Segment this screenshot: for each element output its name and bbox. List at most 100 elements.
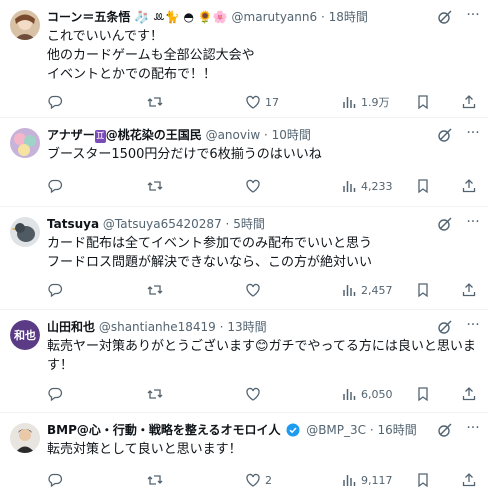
display-name[interactable]: アナザー <box>47 128 95 142</box>
share-button[interactable] <box>461 94 477 110</box>
views-button[interactable]: 9,117 <box>341 472 393 488</box>
reply-button[interactable] <box>47 282 63 298</box>
share-button[interactable] <box>461 386 477 402</box>
tweet-2[interactable]: アナザー♊@桃花染の王国民 @anoviw · 10時間 ··· ブースター15… <box>0 118 488 207</box>
bookmark-icon <box>418 95 428 110</box>
like-button[interactable] <box>245 178 261 194</box>
bookmark-button[interactable] <box>415 282 431 298</box>
bookmark-button[interactable] <box>415 94 431 110</box>
display-name[interactable]: コーン＝五条悟 <box>47 10 130 24</box>
retweet-button[interactable] <box>147 282 163 298</box>
retweet-icon <box>147 285 163 295</box>
like-icon <box>246 283 260 297</box>
reply-icon <box>48 179 63 194</box>
more-icon[interactable]: ··· <box>464 8 482 26</box>
display-name[interactable]: Tatsuya <box>47 217 99 231</box>
share-button[interactable] <box>461 472 477 488</box>
avatar-initials: 和也 <box>10 320 40 350</box>
more-icon[interactable]: ··· <box>464 421 482 439</box>
like-button[interactable]: 2 <box>245 472 272 488</box>
retweet-button[interactable] <box>147 178 163 194</box>
grok-icon[interactable] <box>436 8 454 26</box>
tweet-text-line: 転売対策として良いと思います！ <box>47 442 242 457</box>
retweet-button[interactable] <box>147 386 163 402</box>
views-icon <box>343 285 356 296</box>
more-icon[interactable]: ··· <box>464 126 482 144</box>
grok-icon[interactable] <box>436 215 454 233</box>
handle[interactable]: @BMP_3C <box>306 423 366 437</box>
more-icon[interactable]: ··· <box>464 215 482 233</box>
share-button[interactable] <box>461 282 477 298</box>
more-icon[interactable]: ··· <box>464 318 482 336</box>
like-count: 17 <box>265 95 279 109</box>
bookmark-button[interactable] <box>415 178 431 194</box>
tweet-5[interactable]: BMP@心・行動・戦略を整えるオモロイ人 @BMP_3C · 16時間 ··· … <box>0 413 488 501</box>
avatar[interactable] <box>10 128 40 158</box>
views-count: 6,050 <box>361 387 393 401</box>
grok-icon[interactable] <box>436 318 454 336</box>
retweet-icon <box>147 389 163 399</box>
tweet-3[interactable]: Tatsuya @Tatsuya65420287 · 5時間 ··· カード配布… <box>0 207 488 310</box>
views-icon <box>343 475 356 486</box>
like-button[interactable] <box>245 282 261 298</box>
display-name[interactable]: 山田和也 <box>47 320 95 334</box>
views-count: 4,233 <box>361 179 393 193</box>
views-icon <box>343 97 356 108</box>
grok-icon[interactable] <box>436 126 454 144</box>
tweet-text-line: す！ <box>47 358 74 373</box>
tweet-text-line: 転売ヤー対策ありがとうございます😊ガチでやってる方には良いと思いま <box>47 339 476 354</box>
bookmark-button[interactable] <box>415 386 431 402</box>
handle[interactable]: @Tatsuya65420287 <box>103 217 222 231</box>
timestamp[interactable]: 16時間 <box>378 423 417 437</box>
handle[interactable]: @marutyann6 <box>232 10 318 24</box>
avatar[interactable] <box>10 10 40 40</box>
share-button[interactable] <box>461 178 477 194</box>
share-icon <box>462 283 476 297</box>
separator: · <box>219 320 224 334</box>
handle[interactable]: @shantianhe18419 <box>99 320 216 334</box>
views-button[interactable]: 6,050 <box>341 386 393 402</box>
tweet-header: Tatsuya @Tatsuya65420287 · 5時間 <box>47 216 444 232</box>
reply-icon <box>48 473 63 488</box>
views-button[interactable]: 1.9万 <box>341 94 390 110</box>
views-button[interactable]: 2,457 <box>341 282 393 298</box>
retweet-button[interactable] <box>147 94 163 110</box>
share-icon <box>462 387 476 401</box>
timestamp[interactable]: 10時間 <box>272 128 311 142</box>
views-button[interactable]: 4,233 <box>341 178 393 194</box>
views-count: 2,457 <box>361 283 393 297</box>
bookmark-button[interactable] <box>415 472 431 488</box>
tweet-1[interactable]: コーン＝五条悟 🧦 ꔛ🐈 ◓ 🌻🌸 @marutyann6 · 18時間 ···… <box>0 0 488 118</box>
timestamp[interactable]: 18時間 <box>329 10 368 24</box>
handle[interactable]: @anoviw <box>206 128 261 142</box>
avatar[interactable] <box>10 217 40 247</box>
tweet-header: BMP@心・行動・戦略を整えるオモロイ人 @BMP_3C · 16時間 <box>47 422 444 438</box>
tweet-header: 山田和也 @shantianhe18419 · 13時間 <box>47 319 444 335</box>
reply-button[interactable] <box>47 472 63 488</box>
avatar[interactable] <box>10 423 40 453</box>
reply-button[interactable] <box>47 386 63 402</box>
reply-button[interactable] <box>47 178 63 194</box>
display-name[interactable]: BMP@心・行動・戦略を整えるオモロイ人 <box>47 423 281 437</box>
retweet-button[interactable] <box>147 472 163 488</box>
like-button[interactable] <box>245 386 261 402</box>
tweet-text-line: 他のカードゲームも全部公認大会や <box>47 48 255 63</box>
tweet-4[interactable]: 和也 山田和也 @shantianhe18419 · 13時間 ··· 転売ヤー… <box>0 310 488 413</box>
avatar[interactable]: 和也 <box>10 320 40 350</box>
like-button[interactable]: 17 <box>245 94 279 110</box>
timestamp[interactable]: 13時間 <box>227 320 266 334</box>
action-bar: 6,050 <box>47 386 480 404</box>
reply-button[interactable] <box>47 94 63 110</box>
separator: · <box>320 10 325 24</box>
action-bar: 2,457 <box>47 282 480 300</box>
views-count: 1.9万 <box>361 96 390 109</box>
tweet-feed: コーン＝五条悟 🧦 ꔛ🐈 ◓ 🌻🌸 @marutyann6 · 18時間 ···… <box>0 0 488 501</box>
display-name-suffix[interactable]: @桃花染の王国民 <box>106 128 202 142</box>
timestamp[interactable]: 5時間 <box>233 217 265 231</box>
tweet-text-line: カード配布は全てイベント参加でのみ配布でいいと思う <box>47 236 373 251</box>
separator: · <box>369 423 374 437</box>
grok-icon[interactable] <box>436 421 454 439</box>
reply-icon <box>48 387 63 402</box>
tweet-text: ブースター1500円分だけで6枚揃うのはいいね <box>47 145 476 164</box>
tweet-text: これでいいんです！ 他のカードゲームも全部公認大会や イベントとかでの配布で！！ <box>47 27 476 84</box>
